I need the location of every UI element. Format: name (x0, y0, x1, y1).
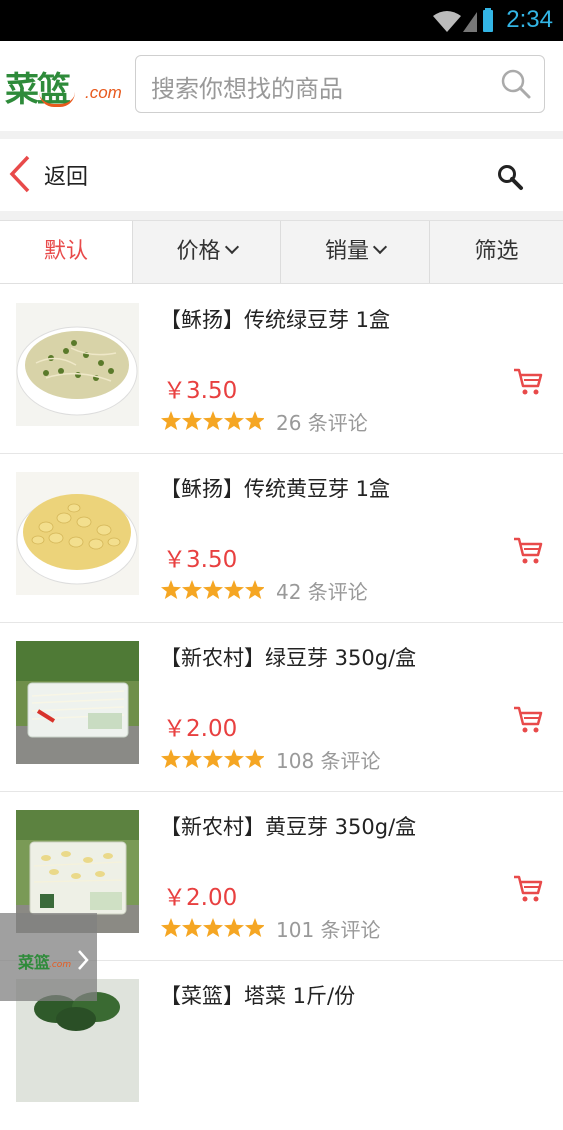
back-arrow-icon[interactable] (8, 154, 32, 198)
review-count[interactable]: 101 条评论 (276, 914, 381, 943)
sort-tab-filter[interactable]: 筛选 (430, 221, 563, 283)
sort-tab-label: 销量 (324, 239, 369, 264)
search-box[interactable]: 搜索你想找的商品 (135, 55, 545, 113)
add-to-cart-icon[interactable] (512, 705, 544, 739)
chevron-right-icon (77, 949, 89, 975)
sort-tab-label: 默认 (43, 239, 88, 264)
floating-home-button[interactable]: 菜篮 .com (0, 913, 97, 1001)
product-image[interactable] (16, 303, 139, 426)
search-input[interactable]: 搜索你想找的商品 (151, 69, 343, 104)
rating-stars (160, 917, 265, 943)
chevron-down-icon (224, 239, 239, 255)
product-item[interactable]: 【新农村】绿豆芽 350g/盒 ￥2.00 108 条评论 (0, 623, 563, 792)
product-title[interactable]: 【稣扬】传统黄豆芽 1盒 (160, 473, 390, 503)
app-logo[interactable]: 菜篮 .com (5, 62, 122, 110)
product-title[interactable]: 【新农村】绿豆芽 350g/盒 (160, 642, 416, 672)
rating-stars (160, 748, 265, 774)
product-title[interactable]: 【菜篮】塔菜 1斤/份 (160, 980, 355, 1010)
sort-tab-default[interactable]: 默认 (0, 221, 133, 283)
status-bar: 2:34 (0, 0, 563, 41)
sort-tab-sales[interactable]: 销量 (281, 221, 430, 283)
rating-stars (160, 410, 265, 436)
sort-tab-label: 筛选 (474, 239, 519, 264)
nav-search-icon[interactable] (496, 163, 524, 195)
mini-logo-text: 菜篮 (18, 953, 51, 972)
sort-bar: 默认 价格 销量 筛选 (0, 220, 563, 284)
product-price: ￥3.50 (163, 378, 238, 404)
review-count[interactable]: 26 条评论 (276, 407, 368, 436)
product-image[interactable] (16, 641, 139, 764)
back-button[interactable]: 返回 (44, 159, 88, 191)
wifi-signal-battery-icon (433, 8, 493, 32)
search-icon[interactable] (500, 68, 532, 104)
add-to-cart-icon[interactable] (512, 874, 544, 908)
product-price: ￥2.00 (163, 885, 238, 911)
product-image[interactable] (16, 472, 139, 595)
product-item[interactable]: 【稣扬】传统绿豆芽 1盒 ￥3.50 26 条评论 (0, 285, 563, 454)
product-title[interactable]: 【稣扬】传统绿豆芽 1盒 (160, 304, 390, 334)
logo-domain: .com (85, 83, 122, 102)
add-to-cart-icon[interactable] (512, 536, 544, 570)
chevron-down-icon (372, 239, 388, 255)
add-to-cart-icon[interactable] (512, 367, 544, 401)
review-count[interactable]: 42 条评论 (276, 576, 368, 605)
status-time: 2:34 (506, 6, 553, 33)
rating-stars (160, 579, 265, 605)
mini-logo-domain: .com (49, 960, 72, 970)
divider (0, 131, 563, 139)
status-icons (431, 8, 493, 38)
divider (0, 211, 563, 220)
product-title[interactable]: 【新农村】黄豆芽 350g/盒 (160, 811, 416, 841)
nav-bar: 返回 (0, 139, 563, 211)
sort-tab-price[interactable]: 价格 (133, 221, 281, 283)
sort-tab-label: 价格 (176, 239, 221, 264)
product-price: ￥2.00 (163, 716, 238, 742)
product-item[interactable]: 【稣扬】传统黄豆芽 1盒 ￥3.50 42 条评论 (0, 454, 563, 623)
app-header: 菜篮 .com 搜索你想找的商品 (0, 41, 563, 131)
product-price: ￥3.50 (163, 547, 238, 573)
review-count[interactable]: 108 条评论 (276, 745, 381, 774)
